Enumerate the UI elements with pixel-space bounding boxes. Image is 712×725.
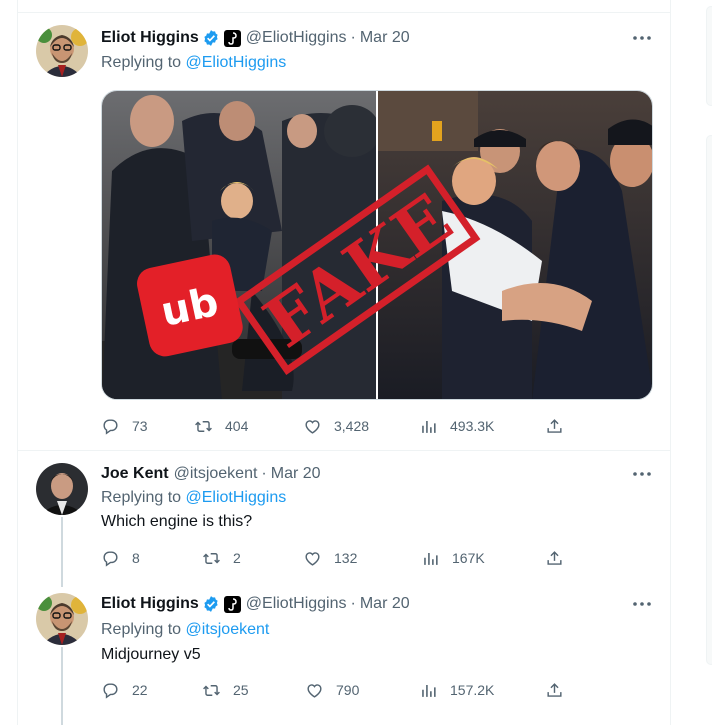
- replying-to-link[interactable]: @EliotHiggins: [186, 54, 287, 71]
- display-name[interactable]: Eliot Higgins: [101, 595, 199, 613]
- verified-badge-icon[interactable]: [202, 29, 220, 47]
- affiliate-badge-icon[interactable]: [223, 29, 241, 47]
- views-button[interactable]: 167K: [421, 546, 485, 570]
- thread-line: [61, 517, 63, 587]
- replying-to-link[interactable]: @itsjoekent: [186, 621, 270, 638]
- more-icon[interactable]: [630, 28, 654, 48]
- views-count: 167K: [452, 550, 485, 566]
- replying-to-label: Replying to: [101, 489, 182, 506]
- tweet-header: Joe Kent @itsjoekent · Mar 20: [101, 463, 321, 485]
- sidebar-card: [706, 135, 712, 665]
- display-name[interactable]: Eliot Higgins: [101, 29, 199, 47]
- avatar[interactable]: [36, 25, 88, 77]
- views-count: 157.2K: [450, 682, 495, 698]
- affiliate-badge-icon[interactable]: [223, 595, 241, 613]
- timestamp[interactable]: Mar 20: [360, 29, 410, 47]
- thread-line: [61, 647, 63, 725]
- reply-count: 8: [132, 550, 140, 566]
- views-icon[interactable]: [419, 681, 438, 700]
- replying-to-label: Replying to: [101, 621, 182, 638]
- reply-button[interactable]: 73: [101, 414, 148, 438]
- like-button[interactable]: 790: [305, 678, 359, 702]
- retweet-icon[interactable]: [194, 417, 213, 436]
- display-name[interactable]: Joe Kent: [101, 465, 169, 483]
- like-count: 132: [334, 550, 358, 566]
- share-button[interactable]: [545, 546, 564, 570]
- retweet-button[interactable]: 404: [194, 414, 248, 438]
- timeline-column: Eliot Higgins @EliotHiggins · Mar 20 Rep…: [18, 0, 670, 725]
- tweet-text: Midjourney v5: [101, 646, 201, 663]
- replying-to-label: Replying to: [101, 54, 182, 71]
- views-icon[interactable]: [421, 549, 440, 568]
- reply-count: 73: [132, 418, 148, 434]
- reply-button[interactable]: 8: [101, 546, 140, 570]
- verified-badge-icon[interactable]: [202, 595, 220, 613]
- share-icon[interactable]: [545, 681, 564, 700]
- retweet-icon[interactable]: [202, 549, 221, 568]
- more-icon[interactable]: [630, 464, 654, 484]
- tweet-actions: 22 25 790 157.2K: [101, 678, 581, 702]
- timestamp[interactable]: Mar 20: [271, 465, 321, 483]
- retweet-count: 404: [225, 418, 249, 434]
- views-count: 493.3K: [450, 418, 495, 434]
- more-icon[interactable]: [630, 594, 654, 614]
- timestamp[interactable]: Mar 20: [360, 595, 410, 613]
- tweet-text: Which engine is this?: [101, 513, 253, 530]
- share-icon[interactable]: [545, 549, 564, 568]
- tweet-eliot-higgins-image[interactable]: Eliot Higgins @EliotHiggins · Mar 20 Rep…: [18, 0, 670, 450]
- views-icon[interactable]: [419, 417, 438, 436]
- reply-icon[interactable]: [101, 549, 120, 568]
- like-icon[interactable]: [303, 549, 322, 568]
- retweet-button[interactable]: 25: [202, 678, 249, 702]
- like-count: 3,428: [334, 418, 370, 434]
- like-count: 790: [336, 682, 360, 698]
- separator-dot: ·: [261, 465, 267, 482]
- tweet-eliot-higgins-reply[interactable]: Eliot Higgins @EliotHiggins · Mar 20 Rep…: [18, 581, 670, 725]
- retweet-count: 25: [233, 682, 249, 698]
- left-rail: [0, 0, 18, 725]
- views-button[interactable]: 157.2K: [419, 678, 494, 702]
- like-button[interactable]: 3,428: [303, 414, 369, 438]
- retweet-button[interactable]: 2: [202, 546, 241, 570]
- handle[interactable]: @EliotHiggins: [246, 29, 347, 47]
- avatar[interactable]: [36, 593, 88, 645]
- reply-icon[interactable]: [101, 417, 120, 436]
- replying-to: Replying to @EliotHiggins: [101, 54, 286, 72]
- handle[interactable]: @itsjoekent: [174, 465, 258, 483]
- reply-icon[interactable]: [101, 681, 120, 700]
- separator-dot: ·: [350, 29, 356, 46]
- reply-button[interactable]: 22: [101, 678, 148, 702]
- tweet-actions: 8 2 132 167K: [101, 546, 581, 570]
- replying-to: Replying to @itsjoekent: [101, 621, 269, 639]
- like-button[interactable]: 132: [303, 546, 357, 570]
- tweet-actions: 73 404 3,428 493.3K: [101, 414, 581, 438]
- share-button[interactable]: [545, 414, 564, 438]
- views-button[interactable]: 493.3K: [419, 414, 494, 438]
- tweet-header: Eliot Higgins @EliotHiggins · Mar 20: [101, 593, 410, 615]
- sidebar-card: [706, 6, 712, 106]
- tweet-image[interactable]: FAKE ub: [101, 90, 653, 400]
- tweet-header: Eliot Higgins @EliotHiggins · Mar 20: [101, 27, 410, 49]
- avatar[interactable]: [36, 463, 88, 515]
- share-icon[interactable]: [545, 417, 564, 436]
- handle[interactable]: @EliotHiggins: [246, 595, 347, 613]
- share-button[interactable]: [545, 678, 564, 702]
- retweet-count: 2: [233, 550, 241, 566]
- retweet-icon[interactable]: [202, 681, 221, 700]
- replying-to-link[interactable]: @EliotHiggins: [186, 489, 287, 506]
- tweet-joe-kent[interactable]: Joe Kent @itsjoekent · Mar 20 Replying t…: [18, 451, 670, 587]
- like-icon[interactable]: [303, 417, 322, 436]
- replying-to: Replying to @EliotHiggins: [101, 489, 286, 507]
- separator-dot: ·: [350, 595, 356, 612]
- reply-count: 22: [132, 682, 148, 698]
- like-icon[interactable]: [305, 681, 324, 700]
